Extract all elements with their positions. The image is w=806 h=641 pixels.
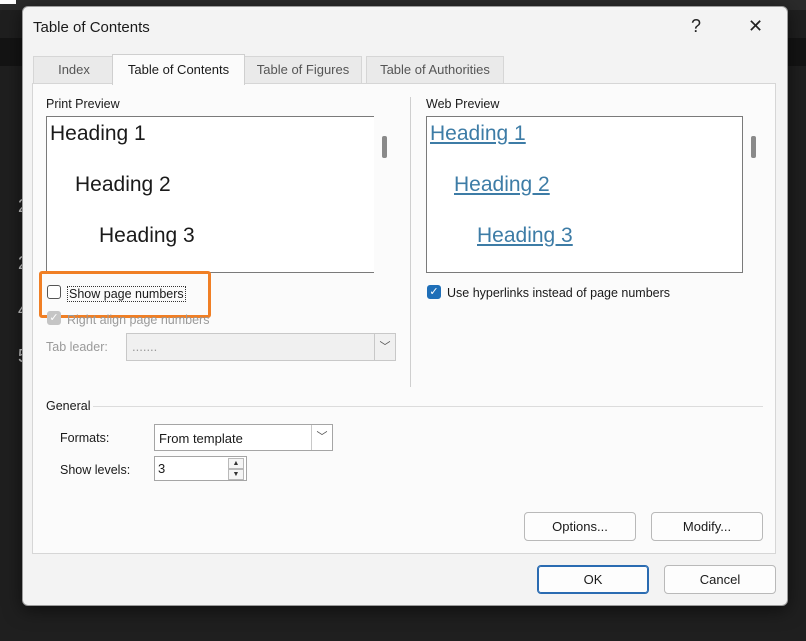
formats-dropdown[interactable]: From template ﹀ <box>154 424 333 451</box>
tab-panel-table-of-contents: Print Preview Heading 1 Heading 2 Headin… <box>32 83 776 554</box>
tab-leader-dropdown: ....... ﹀ <box>126 333 396 361</box>
print-preview-heading-3: Heading 3 <box>99 224 195 247</box>
modify-button[interactable]: Modify... <box>651 512 763 541</box>
tab-label: Index <box>58 62 90 77</box>
tab-leader-label: Tab leader: <box>46 340 108 354</box>
stepper-down-icon[interactable]: ▼ <box>228 469 244 480</box>
background-app-ruler-marker <box>0 0 16 4</box>
cancel-button[interactable]: Cancel <box>664 565 776 594</box>
help-button[interactable]: ? <box>691 16 701 37</box>
scrollbar-thumb[interactable] <box>382 136 387 158</box>
chevron-down-icon: ﹀ <box>374 334 395 360</box>
table-of-contents-dialog: Table of Contents ? ✕ Index Table of Con… <box>22 6 788 606</box>
print-preview-box: Heading 1 Heading 2 Heading 3 <box>46 116 375 273</box>
show-levels-label: Show levels: <box>60 463 131 477</box>
close-icon: ✕ <box>748 16 764 36</box>
show-levels-value[interactable]: 3 <box>158 461 165 476</box>
options-button[interactable]: Options... <box>524 512 636 541</box>
tab-table-of-figures[interactable]: Table of Figures <box>244 56 362 83</box>
tab-label: Table of Authorities <box>380 62 490 77</box>
web-preview-heading-1[interactable]: Heading 1 <box>430 122 526 146</box>
web-preview-box: Heading 1 Heading 2 Heading 3 <box>426 116 743 273</box>
print-preview-label: Print Preview <box>46 97 120 111</box>
tab-table-of-contents[interactable]: Table of Contents <box>112 54 245 85</box>
scrollbar-thumb[interactable] <box>751 136 756 158</box>
show-levels-stepper[interactable]: 3 ▲ ▼ <box>154 456 247 481</box>
chevron-down-icon[interactable]: ﹀ <box>311 425 332 450</box>
use-hyperlinks-label[interactable]: Use hyperlinks instead of page numbers <box>447 286 670 300</box>
preview-divider <box>410 97 411 387</box>
checkmark-icon: ✓ <box>429 286 439 298</box>
formats-value: From template <box>159 431 243 446</box>
print-preview-scrollbar[interactable] <box>374 116 394 273</box>
tab-index[interactable]: Index <box>33 56 115 83</box>
show-page-numbers-label[interactable]: Show page numbers <box>67 286 186 302</box>
print-preview-heading-1: Heading 1 <box>50 122 146 145</box>
web-preview-heading-2[interactable]: Heading 2 <box>454 173 550 197</box>
right-align-label: Right align page numbers <box>67 313 210 327</box>
formats-label: Formats: <box>60 431 110 445</box>
right-align-checkbox: ✓ <box>47 311 61 325</box>
web-preview-scrollbar[interactable] <box>743 116 763 273</box>
ok-button[interactable]: OK <box>537 565 649 594</box>
tab-leader-value: ....... <box>132 339 158 354</box>
print-preview-heading-2: Heading 2 <box>75 173 171 196</box>
close-button[interactable]: ✕ <box>748 16 763 37</box>
use-hyperlinks-checkbox[interactable]: ✓ <box>427 285 441 299</box>
checkmark-icon: ✓ <box>49 312 59 324</box>
general-section-label: General <box>46 399 91 413</box>
tab-label: Table of Contents <box>127 62 230 77</box>
general-divider <box>93 406 763 407</box>
show-page-numbers-checkbox[interactable] <box>47 285 61 299</box>
dialog-title: Table of Contents <box>33 19 150 36</box>
stepper-up-icon[interactable]: ▲ <box>228 458 244 469</box>
web-preview-label: Web Preview <box>426 97 500 111</box>
tab-table-of-authorities[interactable]: Table of Authorities <box>366 56 504 83</box>
tab-label: Table of Figures <box>256 62 350 77</box>
web-preview-heading-3[interactable]: Heading 3 <box>477 224 573 248</box>
